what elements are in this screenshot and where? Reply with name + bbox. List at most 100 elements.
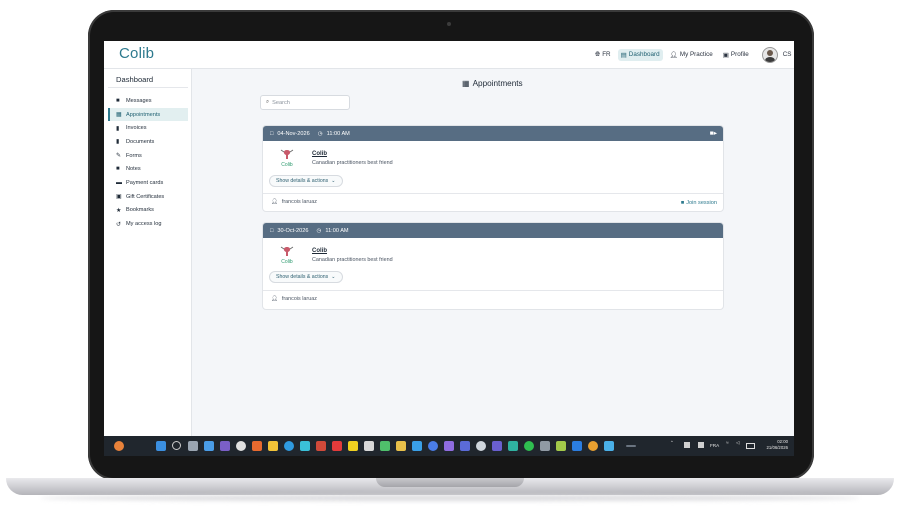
tray-app-icon[interactable] — [684, 442, 690, 448]
app-icon[interactable] — [300, 441, 310, 451]
battery-icon[interactable] — [746, 443, 755, 449]
app-icon[interactable] — [444, 441, 454, 451]
provider-name[interactable]: Colib — [312, 248, 327, 254]
app-icon[interactable] — [412, 441, 422, 451]
app-icon[interactable] — [508, 441, 518, 451]
taskbar-clock[interactable]: 02:00 21/06/2026 — [766, 439, 788, 451]
gift-icon: ▣ — [116, 194, 122, 201]
os-taskbar: ⌃ FRA ≈ ◁ 02:00 21/06/2026 — [104, 436, 794, 456]
sidebar-item-label: Invoices — [126, 125, 147, 132]
sidebar-item-invoices[interactable]: ▮ Invoices — [108, 121, 188, 135]
appointment-time: 11:00 AM — [326, 130, 350, 137]
app-icon[interactable] — [236, 441, 246, 451]
app-icon[interactable] — [476, 441, 486, 451]
provider-name[interactable]: Colib — [312, 151, 327, 157]
folder-icon[interactable] — [268, 441, 278, 451]
video-camera-icon: ■ — [680, 200, 685, 206]
sidebar-item-label: Bookmarks — [126, 207, 154, 214]
practitioner: 👤︎ francois laruaz — [271, 296, 317, 302]
sidebar-item-label: Gift Certificates — [126, 193, 165, 200]
sidebar-item-forms[interactable]: ✎ Forms — [108, 149, 188, 163]
practitioner-name: francois laruaz — [281, 199, 317, 205]
app-icon[interactable] — [252, 441, 262, 451]
appointment-date: 04-Nov-2026 — [277, 130, 310, 137]
search-icon[interactable] — [172, 441, 181, 450]
input-language[interactable]: FRA — [710, 443, 719, 448]
sidebar-item-documents[interactable]: ▮ Documents — [108, 135, 188, 149]
sidebar-item-label: Notes — [126, 166, 141, 173]
start-icon[interactable] — [156, 441, 166, 451]
provider-logo: Colib — [280, 149, 294, 168]
sidebar-divider — [108, 87, 188, 88]
app-icon[interactable] — [204, 441, 214, 451]
app-icon[interactable] — [524, 441, 534, 451]
sidebar-item-label: Messages — [126, 97, 152, 104]
app-icon[interactable] — [626, 445, 636, 447]
sidebar-item-label: Payment cards — [126, 179, 164, 186]
show-details-button[interactable]: Show details & actions ⌄ — [269, 271, 343, 283]
sidebar-item-appointments[interactable]: ▦ Appointments — [108, 107, 188, 122]
app-icon[interactable] — [396, 441, 406, 451]
app-icon[interactable] — [364, 441, 374, 451]
calendar-icon: □ — [270, 227, 274, 234]
sidebar-item-label: My access log — [126, 221, 162, 228]
sidebar-item-access-log[interactable]: ↺ My access log — [108, 217, 188, 231]
app-icon[interactable] — [348, 441, 358, 451]
app-icon[interactable] — [428, 441, 438, 451]
search-icon: ⌕ — [266, 99, 270, 105]
show-details-button[interactable]: Show details & actions ⌄ — [269, 175, 343, 187]
sidebar-item-bookmarks[interactable]: ★ Bookmarks — [108, 204, 188, 218]
sidebar-item-messages[interactable]: ■ Messages — [108, 94, 188, 108]
person-icon: 👤︎ — [271, 199, 278, 205]
app-icon[interactable] — [540, 441, 550, 451]
tray-app-icon[interactable] — [698, 442, 704, 448]
search-placeholder: Search — [272, 99, 290, 106]
sidebar-item-gift-certificates[interactable]: ▣ Gift Certificates — [108, 190, 188, 204]
nav-profile-label: Profile — [730, 51, 749, 58]
nav-profile[interactable]: ▣ Profile — [720, 49, 752, 61]
sidebar-item-notes[interactable]: ■ Notes — [108, 162, 188, 176]
sidebar-item-label: Documents — [126, 138, 155, 145]
nav-my-practice[interactable]: 👤︎ My Practice — [667, 49, 716, 61]
tray-chevron-icon[interactable]: ⌃ — [670, 440, 674, 446]
language-label: FR — [602, 51, 611, 58]
app-icon[interactable] — [316, 441, 326, 451]
nav-dashboard[interactable]: ▤ Dashboard — [617, 48, 663, 61]
wifi-icon[interactable]: ≈ — [726, 440, 729, 445]
language-switch[interactable]: 🌐︎ FR — [592, 49, 614, 61]
star-icon: ★ — [116, 207, 122, 214]
history-icon: ↺ — [116, 221, 122, 228]
vscode-icon[interactable] — [572, 441, 582, 451]
sidebar-item-label: Appointments — [126, 111, 161, 118]
app-icon[interactable] — [460, 441, 470, 451]
laptop-shadow — [40, 495, 860, 501]
app-icon[interactable] — [588, 441, 598, 451]
sidebar-item-payment-cards[interactable]: ▬ Payment cards — [108, 176, 188, 190]
app-icon[interactable] — [492, 441, 502, 451]
volume-icon[interactable]: ◁ — [736, 440, 740, 446]
sidebar-menu: ■ Messages ▦ Appointments ▮ Invoices ▮ Docum… — [108, 94, 188, 231]
sidebar: Dashboard ■ Messages ▦ Appointments ▮ Invoi… — [104, 69, 192, 436]
task-view-icon[interactable] — [188, 441, 198, 451]
show-details-label: Show details & actions — [276, 178, 329, 184]
app-icon[interactable] — [604, 441, 614, 451]
app-logo[interactable]: Colib — [119, 45, 154, 62]
card-divider — [263, 193, 723, 194]
nav-dashboard-label: Dashboard — [628, 51, 660, 58]
app-icon[interactable] — [556, 441, 566, 451]
weather-icon[interactable] — [114, 441, 124, 451]
join-session-link[interactable]: ■ Join session — [681, 200, 717, 206]
provider-subtitle: Canadian practitioners best friend — [312, 257, 393, 263]
app-icon[interactable] — [220, 441, 230, 451]
webcam — [447, 22, 451, 26]
clock-icon: ◷ — [317, 130, 323, 137]
app-icon[interactable] — [380, 441, 390, 451]
search-input[interactable]: ⌕ Search — [260, 95, 350, 110]
avatar[interactable] — [761, 46, 778, 63]
appointment-card: □ 30-Oct-2026 ◷ 11:00 AM Colib Colib Can… — [262, 222, 724, 310]
sidebar-title: Dashboard — [116, 75, 154, 84]
browser-icon[interactable] — [284, 441, 294, 451]
id-card-icon: ▣ — [722, 51, 729, 59]
app-icon[interactable] — [332, 441, 342, 451]
sidebar-item-label: Forms — [126, 152, 142, 159]
